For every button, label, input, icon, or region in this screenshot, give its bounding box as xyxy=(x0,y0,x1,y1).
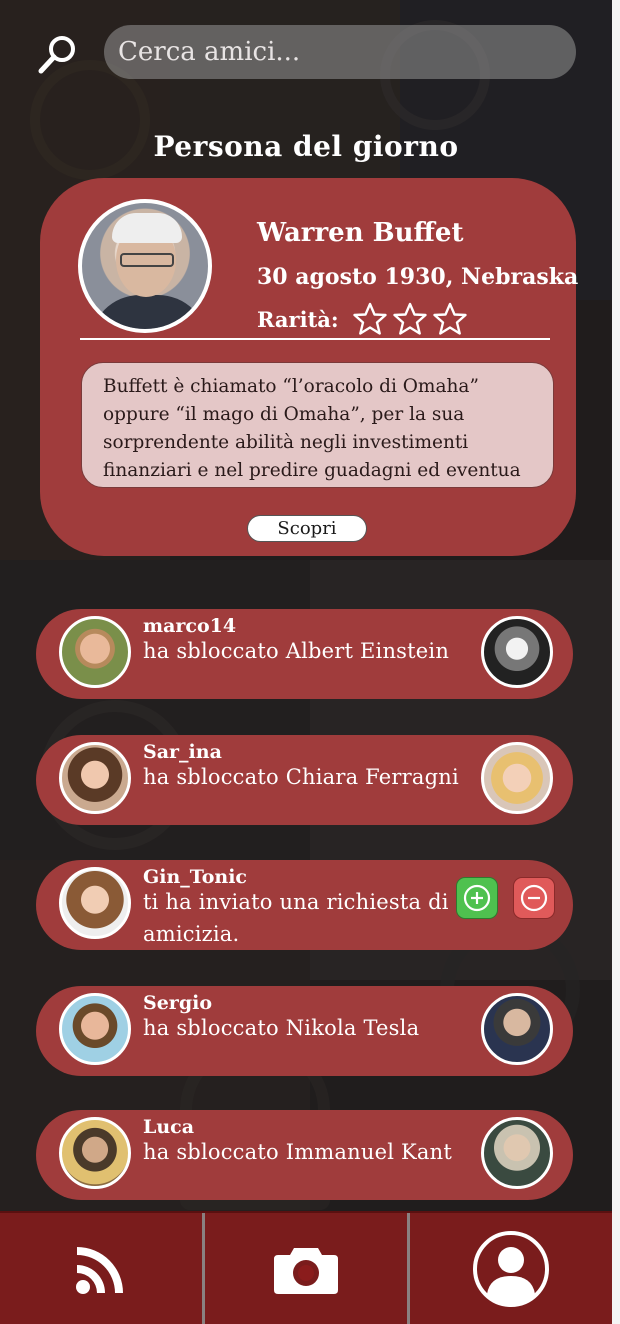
unlocked-person-avatar[interactable] xyxy=(481,742,553,814)
camera-icon xyxy=(274,1247,338,1294)
section-title: Persona del giorno xyxy=(153,130,459,163)
divider xyxy=(80,338,550,340)
featured-person-card: Warren Buffet 30 agosto 1930, Nebraska R… xyxy=(40,178,579,556)
activity-item[interactable]: marco14 ha sbloccato Albert Einstein xyxy=(36,609,573,699)
rarity-stars xyxy=(352,302,467,336)
activity-message: ti ha inviato una richiesta di amicizia. xyxy=(143,890,449,946)
user-avatar[interactable] xyxy=(59,993,131,1065)
user-avatar[interactable] xyxy=(59,1117,131,1189)
minus-circle-icon xyxy=(520,884,548,912)
person-birth-info: 30 agosto 1930, Nebraska xyxy=(257,264,579,290)
feed-icon xyxy=(76,1246,123,1294)
rarity-row: Rarità: xyxy=(257,302,467,336)
activity-message: ha sbloccato Nikola Tesla xyxy=(143,1016,420,1040)
activity-message: ha sbloccato Albert Einstein xyxy=(143,639,450,663)
discover-button[interactable]: Scopri xyxy=(247,515,367,542)
activity-item[interactable]: Sergio ha sbloccato Nikola Tesla xyxy=(36,986,573,1076)
bottom-nav xyxy=(0,1211,612,1324)
unlocked-person-avatar[interactable] xyxy=(481,616,553,688)
bio-line: finanziari e nel predire guadagni ed eve… xyxy=(103,460,521,481)
user-avatar[interactable] xyxy=(59,616,131,688)
nav-tab-feed[interactable] xyxy=(0,1213,205,1324)
friend-request-item: Gin_Tonic ti ha inviato una richiesta di… xyxy=(36,860,573,950)
bio-text-box[interactable]: Buffett è chiamato “l’oracolo di Omaha” … xyxy=(81,362,554,488)
star-icon xyxy=(352,302,387,335)
profile-icon xyxy=(473,1230,549,1307)
activity-username[interactable]: Gin_Tonic xyxy=(143,866,247,888)
bio-line: Buffett è chiamato “l’oracolo di Omaha” xyxy=(103,376,479,397)
unlocked-person-avatar[interactable] xyxy=(481,1117,553,1189)
plus-circle-icon xyxy=(463,884,491,912)
bio-line: oppure “il mago di Omaha”, per la sua xyxy=(103,404,465,425)
search-icon[interactable] xyxy=(36,32,80,76)
decline-request-button[interactable] xyxy=(513,877,555,919)
user-avatar[interactable] xyxy=(59,867,131,939)
activity-item[interactable]: Sar_ina ha sbloccato Chiara Ferragni xyxy=(36,735,573,825)
activity-username[interactable]: Sergio xyxy=(143,992,212,1014)
activity-item[interactable]: Luca ha sbloccato Immanuel Kant xyxy=(36,1110,573,1200)
rarity-label: Rarità: xyxy=(257,306,339,332)
activity-message: ha sbloccato Chiara Ferragni xyxy=(143,765,459,789)
search-input[interactable] xyxy=(104,25,576,79)
user-avatar[interactable] xyxy=(59,742,131,814)
activity-username[interactable]: Luca xyxy=(143,1116,194,1138)
activity-message: ha sbloccato Immanuel Kant xyxy=(143,1140,452,1164)
star-icon xyxy=(432,302,467,335)
person-name: Warren Buffet xyxy=(257,218,464,248)
accept-request-button[interactable] xyxy=(456,877,498,919)
activity-username[interactable]: Sar_ina xyxy=(143,741,222,763)
bio-line: sorprendente abilità negli investimenti xyxy=(103,432,469,453)
activity-username[interactable]: marco14 xyxy=(143,615,236,637)
featured-person-avatar xyxy=(78,199,212,333)
unlocked-person-avatar[interactable] xyxy=(481,993,553,1065)
star-icon xyxy=(392,302,427,335)
nav-tab-camera[interactable] xyxy=(205,1213,410,1324)
nav-tab-profile[interactable] xyxy=(410,1213,612,1324)
